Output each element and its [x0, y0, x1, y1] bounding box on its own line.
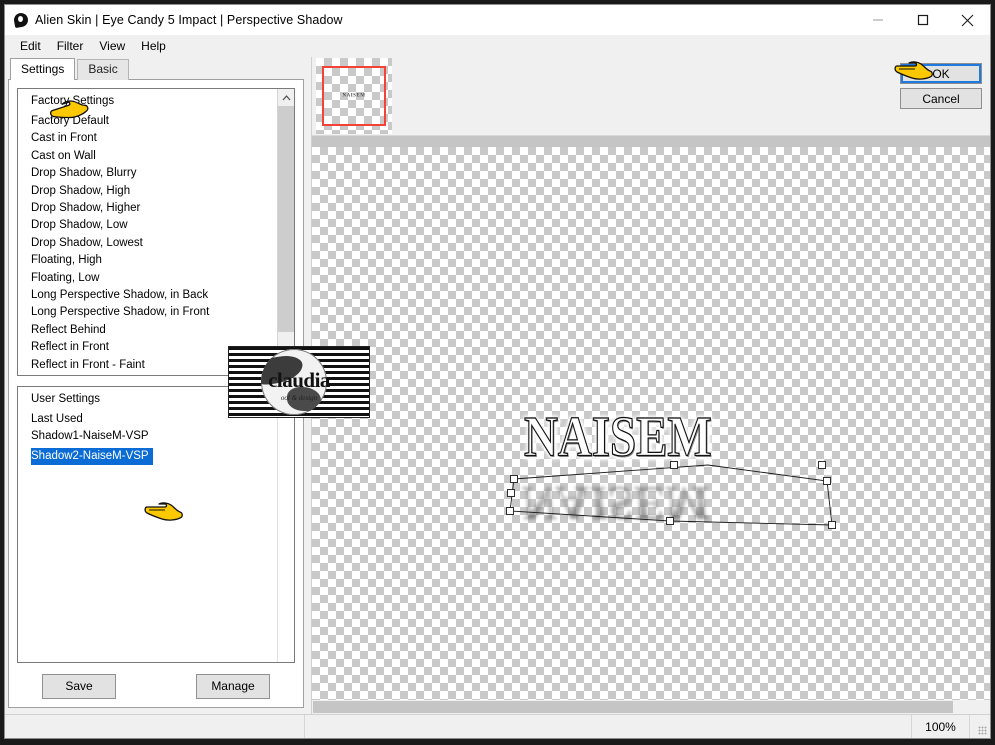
canvas-horizontal-scrollbar[interactable] — [312, 700, 990, 714]
close-icon[interactable] — [945, 5, 990, 35]
list-item[interactable]: Shadow1-NaiseM-VSP — [18, 428, 277, 445]
chevron-up-icon[interactable] — [278, 89, 294, 106]
canvas-top-edge — [312, 136, 990, 147]
menu-bar: Edit Filter View Help — [5, 35, 990, 57]
scrollbar-thumb[interactable] — [313, 701, 953, 713]
dialog-buttons: OK Cancel — [900, 63, 982, 109]
list-item[interactable]: Reflect in Front - Faint — [18, 357, 277, 374]
list-item[interactable]: Drop Shadow, Lowest — [18, 235, 277, 252]
menu-item-filter[interactable]: Filter — [50, 37, 93, 55]
tab-basic[interactable]: Basic — [77, 59, 129, 80]
list-item-selected[interactable]: Shadow2-NaiseM-VSP — [31, 447, 153, 466]
navigator-thumbnail[interactable]: NAISEM — [316, 58, 392, 134]
user-list-scrollbar[interactable] — [277, 387, 294, 662]
artwork-group[interactable]: NAISEM NAISEM — [502, 403, 847, 533]
zoom-level: 100% — [912, 715, 970, 738]
list-item[interactable]: Drop Shadow, Blurry — [18, 165, 277, 182]
navigator-viewport-frame[interactable]: NAISEM — [322, 66, 386, 126]
settings-buttons-row: Save Manage — [17, 674, 295, 699]
user-settings-listbox[interactable]: User Settings Last Used Shadow1-NaiseM-V… — [17, 386, 295, 663]
window-title: Alien Skin | Eye Candy 5 Impact | Perspe… — [35, 13, 343, 27]
settings-tab-panel: Factory Settings Factory Default Cast in… — [8, 79, 304, 708]
preview-canvas[interactable]: NAISEM NAISEM — [312, 136, 990, 700]
factory-settings-list: Factory Settings Factory Default Cast in… — [18, 89, 277, 375]
list-item[interactable]: Drop Shadow, Higher — [18, 200, 277, 217]
list-item[interactable]: Floating, Low — [18, 270, 277, 287]
user-settings-list: User Settings Last Used Shadow1-NaiseM-V… — [18, 387, 277, 662]
tab-settings-label: Settings — [21, 62, 65, 76]
list-item[interactable]: Reflect Behind — [18, 322, 277, 339]
resize-grip[interactable] — [970, 715, 990, 738]
list-item[interactable]: Cast on Wall — [18, 148, 277, 165]
list-item[interactable]: Floating, High — [18, 252, 277, 269]
alien-skin-drop-icon — [12, 11, 30, 29]
tab-basic-label: Basic — [88, 62, 118, 76]
list-item[interactable]: Last Used — [18, 411, 277, 428]
list-item[interactable]: Reflect in Front - Sharp — [18, 374, 277, 375]
scrollbar-track[interactable] — [278, 106, 294, 358]
list-item[interactable]: Long Perspective Shadow, in Back — [18, 287, 277, 304]
canvas-transparency-background[interactable]: NAISEM NAISEM — [312, 147, 990, 700]
window-controls — [855, 5, 990, 35]
application-window: Alien Skin | Eye Candy 5 Impact | Perspe… — [4, 4, 991, 739]
status-bar: 100% — [5, 714, 990, 738]
user-settings-header: User Settings — [31, 393, 101, 405]
list-item[interactable]: Drop Shadow, High — [18, 183, 277, 200]
list-item[interactable]: Long Perspective Shadow, in Front — [18, 304, 277, 321]
cancel-button[interactable]: Cancel — [900, 88, 982, 109]
settings-pane: Settings Basic Factory Settings Factory … — [5, 57, 311, 714]
scrollbar-thumb[interactable] — [278, 106, 294, 332]
tab-strip: Settings Basic — [5, 57, 311, 80]
factory-settings-listbox[interactable]: Factory Settings Factory Default Cast in… — [17, 88, 295, 376]
factory-list-scrollbar[interactable] — [277, 89, 294, 375]
status-left — [5, 715, 305, 738]
title-bar: Alien Skin | Eye Candy 5 Impact | Perspe… — [5, 5, 990, 35]
status-middle — [305, 715, 912, 738]
menu-item-help[interactable]: Help — [134, 37, 175, 55]
list-item[interactable]: Cast in Front — [18, 130, 277, 147]
ok-button[interactable]: OK — [900, 63, 982, 84]
preview-canvas-wrapper: NAISEM NAISEM — [312, 135, 990, 714]
app-root: Alien Skin | Eye Candy 5 Impact | Perspe… — [0, 0, 995, 745]
list-item[interactable]: Drop Shadow, Low — [18, 217, 277, 234]
chevron-down-icon[interactable] — [278, 358, 294, 375]
preview-pane: NAISEM OK Cancel NAISEM NAISEM — [311, 57, 990, 714]
list-item[interactable]: Reflect in Front — [18, 339, 277, 356]
manage-button[interactable]: Manage — [196, 674, 270, 699]
preview-toolbar: NAISEM OK Cancel — [312, 57, 990, 179]
menu-item-edit[interactable]: Edit — [13, 37, 50, 55]
minimize-icon[interactable] — [855, 5, 900, 35]
navigator-artwork-text: NAISEM — [342, 93, 366, 99]
maximize-icon[interactable] — [900, 5, 945, 35]
list-item[interactable]: Factory Default — [18, 113, 277, 130]
save-button[interactable]: Save — [42, 674, 116, 699]
tab-settings[interactable]: Settings — [10, 58, 76, 80]
main-body: Settings Basic Factory Settings Factory … — [5, 57, 990, 714]
factory-settings-header: Factory Settings — [31, 95, 115, 107]
menu-item-view[interactable]: View — [92, 37, 134, 55]
perspective-handles[interactable] — [502, 403, 847, 533]
